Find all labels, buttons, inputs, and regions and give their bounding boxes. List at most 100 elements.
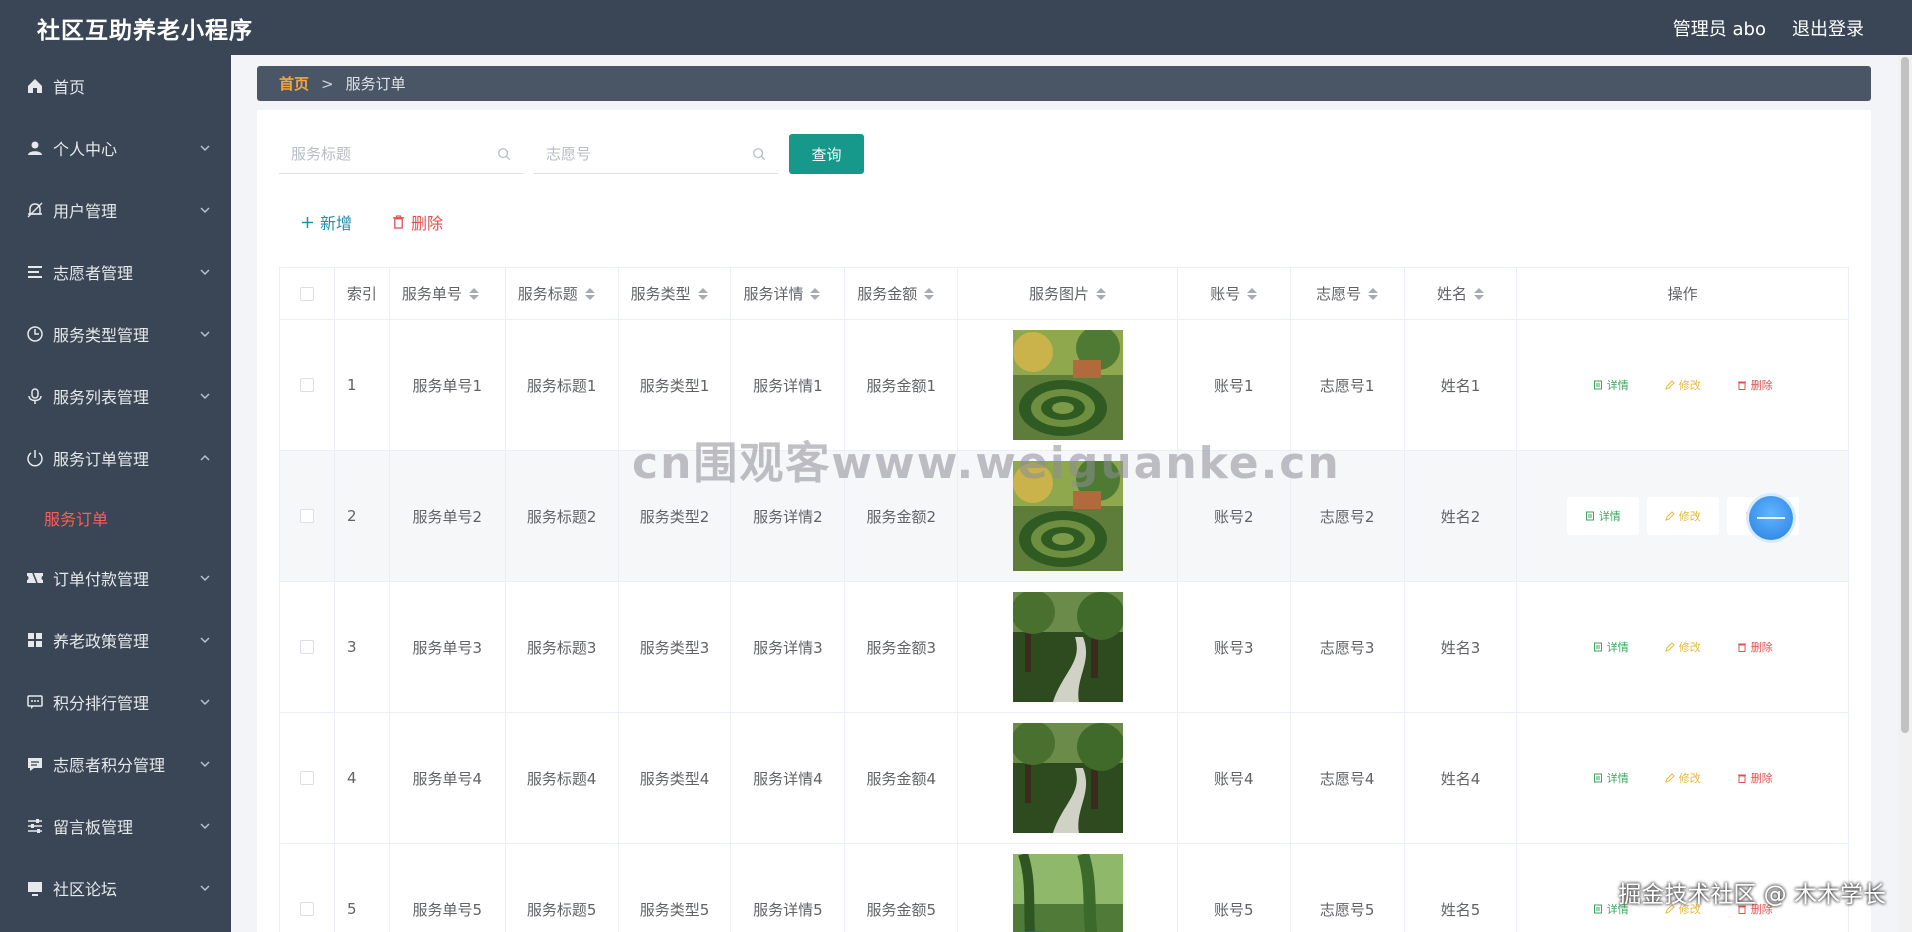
service-image[interactable] <box>1012 723 1123 833</box>
ticket-icon <box>26 569 44 587</box>
sort-arrows-icon[interactable] <box>810 287 821 300</box>
order-no-cell: 服务单号2 <box>390 451 506 581</box>
sidebar-item-8[interactable]: 养老政策管理 <box>0 609 231 671</box>
monitor-icon <box>26 879 44 897</box>
sidebar-item-6[interactable]: 服务订单管理 <box>0 427 231 489</box>
column-header[interactable]: 志愿号 <box>1291 268 1405 319</box>
column-header-label: 服务图片 <box>1029 285 1090 303</box>
service-image[interactable] <box>1012 330 1123 440</box>
query-button[interactable]: 查询 <box>789 134 864 174</box>
sidebar-item-4[interactable]: 服务类型管理 <box>0 303 231 365</box>
row-delete-button[interactable]: 删除 <box>1719 366 1791 404</box>
name-cell: 姓名5 <box>1405 844 1518 932</box>
sort-arrows-icon[interactable] <box>1473 287 1484 300</box>
row-edit-button[interactable]: 修改 <box>1647 366 1719 404</box>
delete-label: 删除 <box>1750 641 1773 654</box>
edit-icon <box>1664 642 1675 652</box>
sort-arrows-icon[interactable] <box>924 287 935 300</box>
select-all-checkbox[interactable] <box>299 286 314 301</box>
document-icon <box>1593 380 1602 390</box>
column-header[interactable]: 服务图片 <box>958 268 1178 319</box>
app-title: 社区互助养老小程序 <box>37 17 253 44</box>
sidebar-item-12[interactable]: 社区论坛 <box>0 857 231 919</box>
row-edit-button[interactable]: 修改 <box>1647 628 1719 666</box>
row-delete-button[interactable]: 删除 <box>1719 628 1791 666</box>
sidebar-item-3[interactable]: 志愿者管理 <box>0 241 231 303</box>
breadcrumb-home[interactable]: 首页 <box>279 73 309 94</box>
service-detail-cell: 服务详情3 <box>731 582 846 712</box>
volunteer-search-input[interactable] <box>546 144 726 163</box>
detail-label: 详情 <box>1598 510 1621 523</box>
row-checkbox[interactable] <box>299 640 314 654</box>
row-detail-button[interactable]: 详情 <box>1575 628 1647 666</box>
sidebar-item-label: 留言板管理 <box>53 818 134 837</box>
column-header[interactable]: 服务标题 <box>506 268 619 319</box>
logout-link[interactable]: 退出登录 <box>1792 15 1864 41</box>
service-image[interactable] <box>1012 592 1123 702</box>
sidebar-item-1[interactable]: 个人中心 <box>0 117 231 179</box>
row-checkbox[interactable] <box>299 771 314 785</box>
sidebar-item-5[interactable]: 服务列表管理 <box>0 365 231 427</box>
sort-arrows-icon[interactable] <box>584 287 595 300</box>
sidebar-item-9[interactable]: 积分排行管理 <box>0 671 231 733</box>
row-edit-button[interactable]: 修改 <box>1646 497 1719 535</box>
search-row: 查询 <box>279 134 864 174</box>
chevron-down-icon <box>200 393 210 399</box>
column-header[interactable]: 服务单号 <box>390 268 506 319</box>
sidebar-subitem-service-orders[interactable]: 服务订单 <box>0 489 231 547</box>
plus-icon <box>301 216 314 228</box>
user-icon <box>26 139 44 157</box>
sort-arrows-icon[interactable] <box>1368 287 1379 300</box>
row-select-cell <box>280 844 335 932</box>
sort-arrows-icon[interactable] <box>697 287 708 300</box>
trash-icon <box>1737 381 1746 390</box>
detail-label: 详情 <box>1606 772 1629 785</box>
chevron-down-icon <box>200 269 210 275</box>
operations-cell: 详情 修改 删除 <box>1517 713 1848 843</box>
service-image-cell <box>958 844 1178 932</box>
column-header[interactable]: 姓名 <box>1405 268 1518 319</box>
column-header[interactable]: 服务详情 <box>731 268 846 319</box>
order-no-cell: 服务单号5 <box>390 844 506 932</box>
sidebar-item-0[interactable]: 首页 <box>0 55 231 117</box>
column-header[interactable]: 服务类型 <box>619 268 732 319</box>
service-type-cell: 服务类型3 <box>619 582 732 712</box>
sidebar-item-2[interactable]: 用户管理 <box>0 179 231 241</box>
floating-assistant-button[interactable] <box>1749 496 1793 540</box>
chevron-down-icon <box>200 575 210 581</box>
sidebar-item-11[interactable]: 留言板管理 <box>0 795 231 857</box>
row-checkbox[interactable] <box>299 378 314 392</box>
sidebar-item-7[interactable]: 订单付款管理 <box>0 547 231 609</box>
batch-delete-button[interactable]: 删除 <box>392 210 443 234</box>
add-button[interactable]: 新增 <box>301 210 352 234</box>
row-detail-button[interactable]: 详情 <box>1575 366 1647 404</box>
source-credit: 掘金技术社区 @ 木木学长 <box>1618 882 1886 908</box>
chat-icon <box>26 693 44 711</box>
row-edit-button[interactable]: 修改 <box>1647 759 1719 797</box>
title-search-input[interactable] <box>291 144 471 163</box>
volunteer-search-box <box>534 134 778 174</box>
column-header[interactable]: 账号 <box>1178 268 1291 319</box>
scrollbar-thumb[interactable] <box>1901 57 1909 733</box>
row-detail-button[interactable]: 详情 <box>1575 759 1647 797</box>
service-image[interactable] <box>1012 854 1123 932</box>
row-detail-button[interactable]: 详情 <box>1566 497 1639 535</box>
column-header-label: 志愿号 <box>1316 285 1362 303</box>
breadcrumb: 首页 > 服务订单 <box>257 66 1871 101</box>
order-no-cell: 服务单号4 <box>390 713 506 843</box>
row-checkbox[interactable] <box>299 902 314 916</box>
row-delete-button[interactable]: 删除 <box>1719 759 1791 797</box>
chevron-down-icon <box>200 207 210 213</box>
admin-user[interactable]: 管理员 abo <box>1673 15 1766 41</box>
column-header[interactable]: 服务金额 <box>845 268 959 319</box>
page-scrollbar[interactable] <box>1898 55 1912 932</box>
service-detail-cell: 服务详情4 <box>731 713 846 843</box>
row-checkbox[interactable] <box>299 509 314 523</box>
column-header: 操作 <box>1517 268 1848 319</box>
sidebar-item-label: 社区论坛 <box>53 880 118 899</box>
sidebar-item-10[interactable]: 志愿者积分管理 <box>0 733 231 795</box>
sort-arrows-icon[interactable] <box>1247 287 1258 300</box>
sort-arrows-icon[interactable] <box>1096 287 1107 300</box>
sidebar-item-label: 养老政策管理 <box>53 632 150 651</box>
sort-arrows-icon[interactable] <box>468 287 479 300</box>
